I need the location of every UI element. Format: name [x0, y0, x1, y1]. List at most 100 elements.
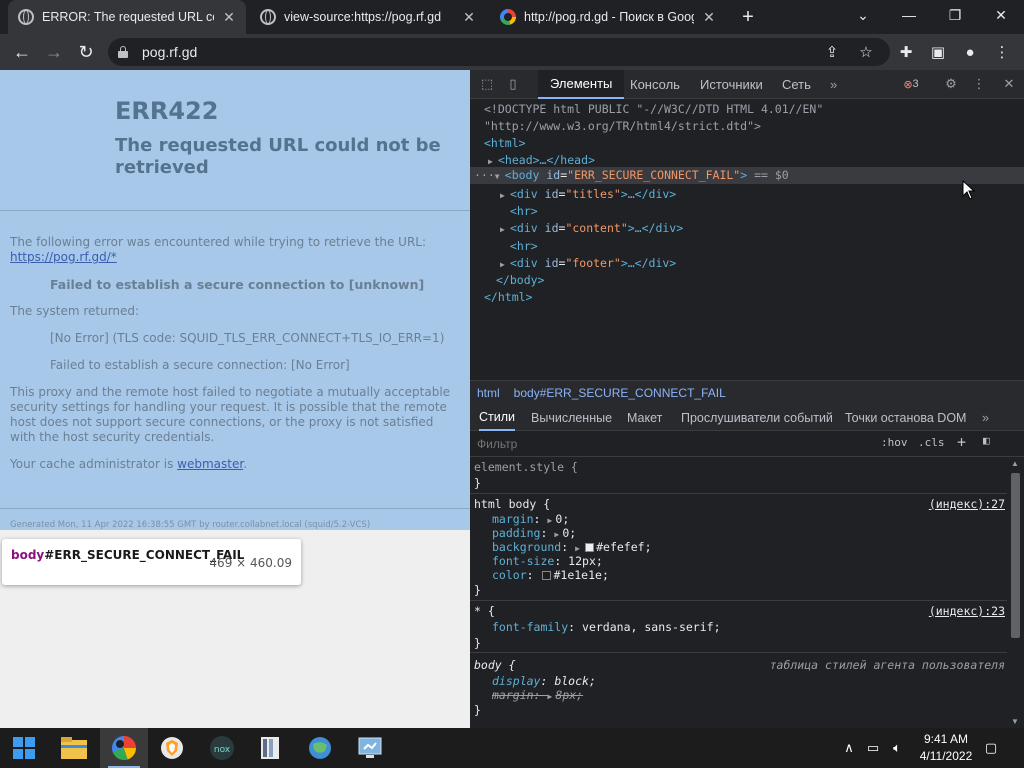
error-count-badge[interactable]: ⊗ 3 — [898, 75, 924, 93]
collapse-triangle-icon[interactable]: ▼ — [495, 168, 505, 185]
bookmark-star-icon[interactable]: ☆ — [856, 42, 876, 62]
divider — [0, 508, 470, 509]
dom-node-hr[interactable]: <hr> — [510, 203, 538, 220]
new-rule-button[interactable]: + — [957, 433, 966, 451]
more-tabs-button[interactable]: » — [818, 70, 849, 99]
tab-view-source[interactable]: view-source:https://pog.rf.gd ✕ — [250, 0, 486, 34]
styles-scrollbar[interactable]: ▲ ▼ — [1007, 457, 1024, 728]
css-property-row[interactable]: color: #1e1e1e; — [492, 568, 609, 582]
close-icon[interactable]: ✕ — [702, 9, 716, 26]
clock-date: 4/11/2022 — [919, 749, 973, 763]
dom-node-body-end[interactable]: </body> — [496, 272, 544, 289]
taskbar-shield-app[interactable] — [148, 728, 196, 768]
more-style-tabs-button[interactable]: » — [982, 404, 989, 431]
dom-node-hr[interactable]: <hr> — [510, 238, 538, 255]
volume-icon[interactable]: 🔈︎ — [886, 728, 908, 768]
rule-source-link[interactable]: (индекс):27 — [929, 497, 1005, 511]
network-icon[interactable]: ▭ — [862, 728, 884, 768]
tab-error-page[interactable]: ERROR: The requested URL could ✕ — [8, 0, 246, 34]
tab-dom-breakpoints[interactable]: Точки останова DOM — [845, 404, 966, 431]
tab-search-dropdown[interactable]: ⌄ — [840, 0, 886, 30]
close-devtools-icon[interactable]: ✕ — [1000, 75, 1018, 93]
settings-gear-icon[interactable]: ⚙ — [942, 75, 960, 93]
css-property-row[interactable]: background: ▶ #efefef; — [492, 540, 652, 554]
taskbar-control-panel[interactable] — [346, 728, 394, 768]
reload-button[interactable]: ↻ — [74, 40, 98, 64]
tray-overflow-chevron[interactable]: ∧ — [838, 728, 860, 768]
tab-styles[interactable]: Стили — [479, 404, 516, 431]
close-icon[interactable]: ✕ — [222, 9, 236, 26]
close-icon[interactable]: ✕ — [462, 9, 476, 26]
archive-book-icon — [261, 737, 279, 759]
css-property-row-overridden[interactable]: margin: ▶ 8px; — [492, 688, 583, 702]
arrow-right-icon: → — [45, 41, 63, 62]
hov-toggle[interactable]: :hov — [881, 436, 908, 449]
back-button[interactable]: ← — [10, 40, 34, 64]
color-swatch[interactable] — [585, 543, 595, 552]
css-property-row[interactable]: padding: ▶ 0; — [492, 526, 576, 540]
taskbar-archive-app[interactable] — [246, 728, 294, 768]
expand-triangle-icon[interactable]: ▶ — [500, 256, 510, 273]
css-property-row[interactable]: display: block; — [492, 674, 596, 688]
tab-network[interactable]: Сеть — [770, 70, 823, 99]
start-button[interactable] — [0, 728, 48, 768]
dom-node-html-end[interactable]: </html> — [484, 289, 532, 306]
folder-icon — [61, 737, 87, 759]
tab-sources[interactable]: Источники — [688, 70, 775, 99]
minimize-button[interactable]: — — [886, 0, 932, 30]
dom-node-div-content[interactable]: ▶ <div id="content">…</div> — [500, 220, 683, 237]
toggle-sidebar-icon[interactable]: ◧ — [983, 434, 990, 447]
notifications-icon[interactable]: ▢ — [980, 728, 1002, 768]
expand-triangle-icon[interactable]: ▶ — [500, 221, 510, 238]
dom-node-div-footer[interactable]: ▶ <div id="footer">…</div> — [500, 255, 676, 272]
breadcrumb-body[interactable]: body#ERR_SECURE_CONNECT_FAIL — [514, 386, 726, 400]
color-swatch[interactable] — [542, 571, 552, 580]
css-property-row[interactable]: margin: ▶ 0; — [492, 512, 569, 526]
monitor-settings-icon — [358, 737, 382, 758]
dom-node-html[interactable]: <html> — [484, 135, 526, 152]
expand-triangle-icon[interactable]: ▶ — [500, 187, 510, 204]
tab-title: view-source:https://pog.rf.gd — [284, 10, 442, 24]
inspect-element-icon[interactable]: ⬚ — [478, 75, 496, 93]
breadcrumb-html[interactable]: html — [477, 386, 500, 400]
taskbar-clock[interactable]: 9:41 AM 4/11/2022 — [906, 731, 986, 765]
close-window-button[interactable]: ✕ — [978, 0, 1024, 30]
css-property-row[interactable]: font-size: 12px; — [492, 554, 603, 568]
tab-event-listeners[interactable]: Прослушиватели событий — [681, 404, 833, 431]
address-bar[interactable]: pog.rf.gd — [108, 38, 890, 66]
tab-console[interactable]: Консоль — [618, 70, 692, 99]
footer-text: Generated Mon, 11 Apr 2022 16:38:55 GMT … — [10, 520, 371, 530]
profile-avatar-icon[interactable]: ● — [960, 42, 980, 62]
new-tab-button[interactable]: + — [736, 5, 760, 29]
taskbar-network-app[interactable] — [296, 728, 344, 768]
error-detail-2: Failed to establish a secure connection:… — [50, 358, 350, 372]
tab-layout[interactable]: Макет — [627, 404, 662, 431]
dom-node-body[interactable]: ···▼ <body id="ERR_SECURE_CONNECT_FAIL"> … — [474, 167, 789, 184]
taskbar-nox[interactable]: nox — [198, 728, 246, 768]
kebab-menu-icon[interactable]: ⋮ — [992, 42, 1012, 62]
css-property-row[interactable]: font-family: verdana, sans-serif; — [492, 620, 721, 634]
tab-computed[interactable]: Вычисленные — [531, 404, 612, 431]
webmaster-link[interactable]: webmaster — [177, 457, 243, 471]
taskbar-file-explorer[interactable] — [50, 728, 98, 768]
url-link[interactable]: https://pog.rf.gd/* — [10, 250, 117, 264]
cls-toggle[interactable]: .cls — [918, 436, 945, 449]
taskbar-chrome[interactable] — [100, 728, 148, 768]
rule-source-link[interactable]: (индекс):23 — [929, 604, 1005, 618]
scroll-up-icon[interactable]: ▲ — [1011, 459, 1019, 468]
tab-elements[interactable]: Элементы — [538, 70, 625, 99]
restore-button[interactable]: ❐ — [932, 0, 978, 30]
device-toggle-icon[interactable]: ▯ — [504, 75, 522, 93]
globe-icon — [18, 9, 34, 25]
styles-filter-input[interactable] — [477, 436, 867, 452]
tab-google-search[interactable]: http://pog.rd.gd - Поиск в Google ✕ — [490, 0, 726, 34]
devtools-menu-icon[interactable]: ⋮ — [970, 75, 988, 93]
scroll-down-icon[interactable]: ▼ — [1011, 717, 1019, 726]
selector: * { — [474, 604, 495, 618]
scrollbar-thumb[interactable] — [1011, 473, 1020, 638]
forward-button[interactable]: → — [42, 40, 66, 64]
share-icon[interactable]: ⇪ — [822, 42, 842, 62]
side-panel-icon[interactable]: ▣ — [928, 42, 948, 62]
extensions-puzzle-icon[interactable]: ✚ — [896, 42, 916, 62]
dom-node-div-titles[interactable]: ▶ <div id="titles">…</div> — [500, 186, 676, 203]
